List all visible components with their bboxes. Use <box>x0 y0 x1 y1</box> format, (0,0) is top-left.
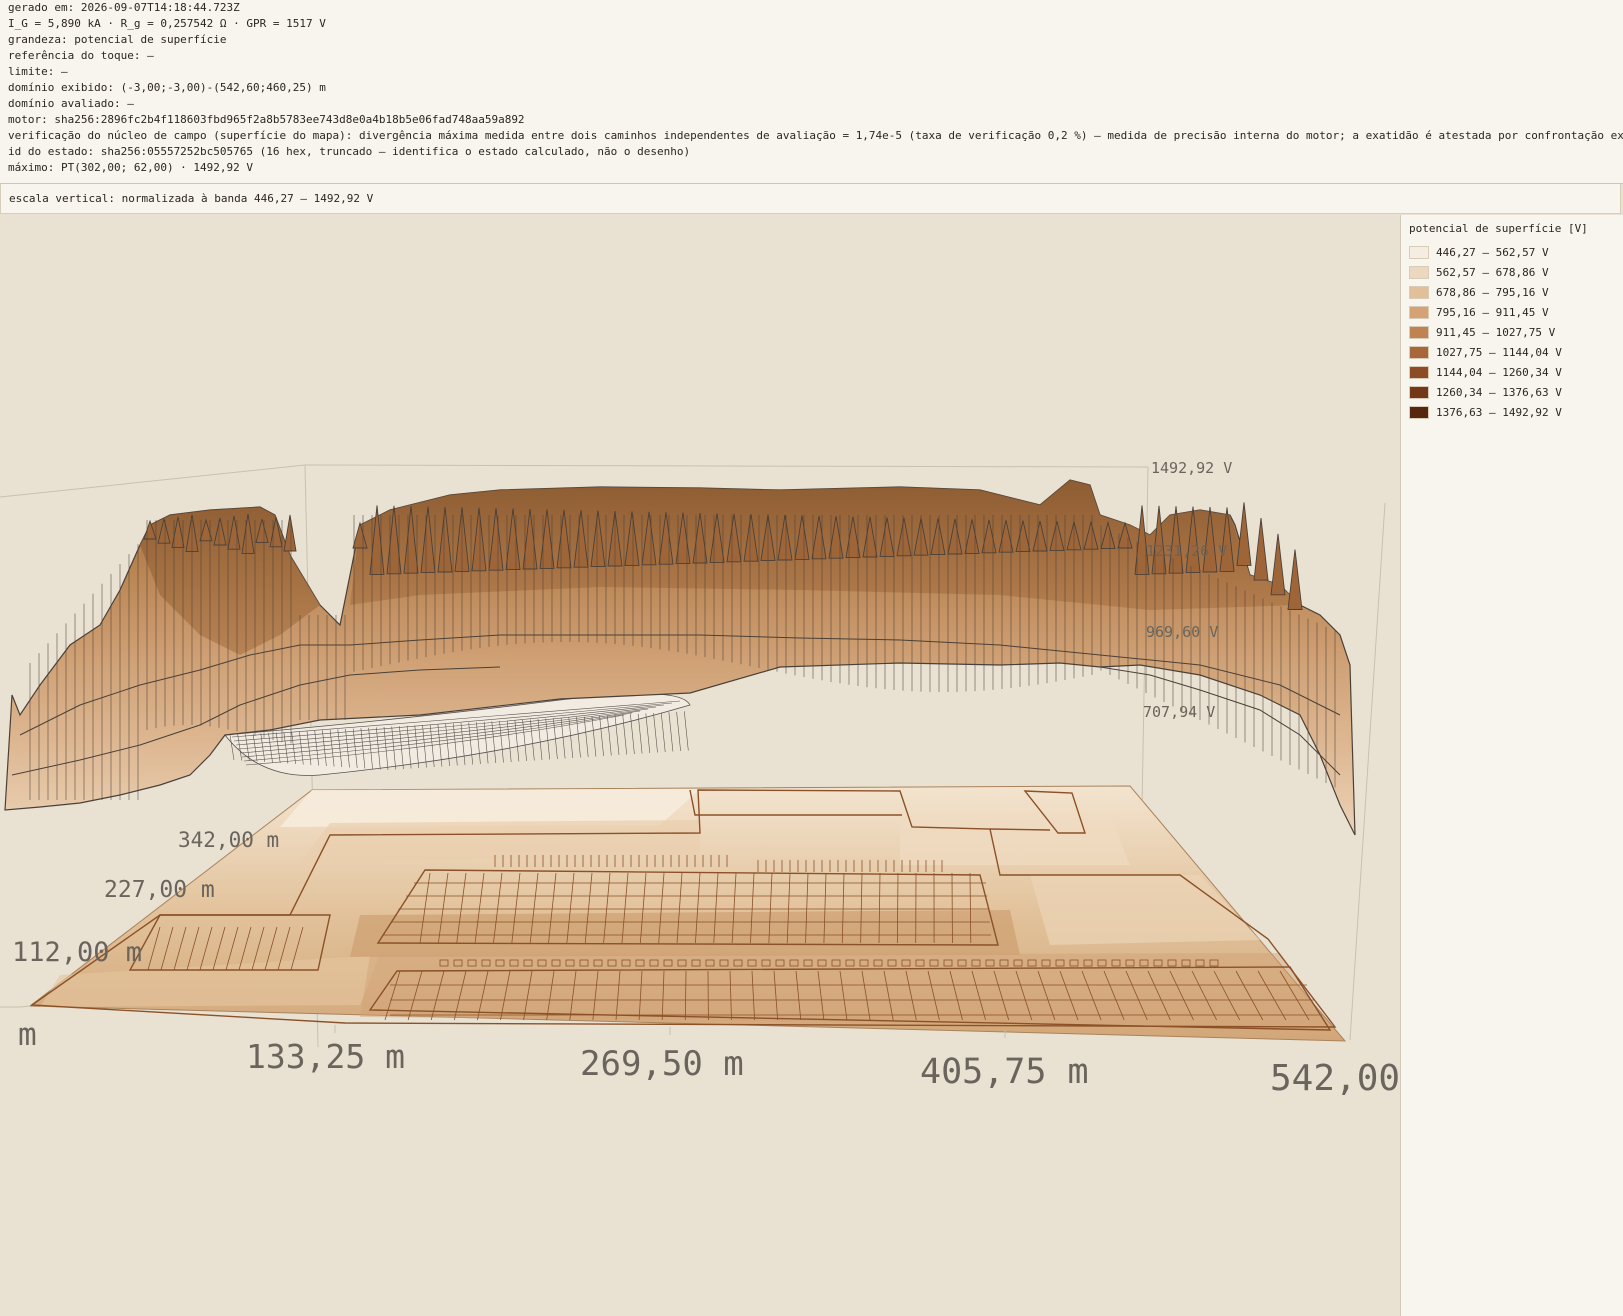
surface-plot-3d[interactable]: 1492,92 V 1231,26 V 969,60 V 707,94 V 34… <box>0 215 1400 1316</box>
legend-item: 1027,75 – 1144,04 V <box>1409 345 1614 361</box>
legend-swatch <box>1409 266 1429 279</box>
legend-label: 678,86 – 795,16 V <box>1436 286 1549 299</box>
mesh-line <box>637 713 643 754</box>
legend-swatch <box>1409 386 1429 399</box>
legend-item: 795,16 – 911,45 V <box>1409 305 1614 321</box>
legend-swatch <box>1409 346 1429 359</box>
legend-swatch <box>1409 306 1429 319</box>
mesh-line <box>668 712 674 752</box>
engine-hash: motor: sha256:2896fc2b4f118603fbd965f2a8… <box>8 113 525 126</box>
legend-item: 1376,63 – 1492,92 V <box>1409 405 1614 421</box>
field-core-verification: verificação do núcleo de campo (superfíc… <box>8 129 1623 142</box>
quantity-label: grandeza: potencial de superfície <box>8 33 227 46</box>
surface-spike <box>1253 518 1269 581</box>
z-tick-label: 1231,26 V <box>1146 542 1227 560</box>
x-tick-label: 269,50 m <box>580 1044 744 1084</box>
legend-item: 562,57 – 678,86 V <box>1409 265 1614 281</box>
legend-swatch <box>1409 246 1429 259</box>
displayed-domain: domínio exibido: (-3,00;-3,00)-(542,60;4… <box>8 81 326 94</box>
mesh-line <box>645 713 651 754</box>
legend-label: 795,16 – 911,45 V <box>1436 306 1549 319</box>
legend-item: 1144,04 – 1260,34 V <box>1409 365 1614 381</box>
fault-current-info: I_G = 5,890 kA · R_g = 0,257542 Ω · GPR … <box>8 17 326 30</box>
metadata-panel: gerado em: 2026-09-07T14:18:44.723Z I_G … <box>0 0 1623 184</box>
y-tick-label: 342,00 m <box>178 828 279 852</box>
mesh-line <box>653 712 658 753</box>
legend-swatch <box>1409 366 1429 379</box>
legend-item: 678,86 – 795,16 V <box>1409 285 1614 301</box>
evaluated-domain: domínio avaliado: — <box>8 97 134 110</box>
floor-contour-map <box>28 785 1347 1042</box>
generated-at: gerado em: 2026-09-07T14:18:44.723Z <box>8 1 240 14</box>
limit-label: limite: — <box>8 65 68 78</box>
surface-plot-svg: 1492,92 V 1231,26 V 969,60 V 707,94 V 34… <box>0 459 1400 1099</box>
surface-spike <box>283 514 297 552</box>
legend-label: 1027,75 – 1144,04 V <box>1436 346 1562 359</box>
z-tick-label: 1492,92 V <box>1151 459 1232 477</box>
legend-item: 446,27 – 562,57 V <box>1409 245 1614 261</box>
legend-swatch <box>1409 406 1429 419</box>
touch-reference: referência do toque: — <box>8 49 154 62</box>
legend-label: 562,57 – 678,86 V <box>1436 266 1549 279</box>
vertical-scale-bar: escala vertical: normalizada à banda 446… <box>0 184 1621 214</box>
surface-spike <box>1236 502 1252 566</box>
legend-item: 1260,34 – 1376,63 V <box>1409 385 1614 401</box>
legend-panel: potencial de superfície [V] 446,27 – 562… <box>1400 215 1623 1316</box>
legend-label: 1144,04 – 1260,34 V <box>1436 366 1562 379</box>
z-tick-label: 969,60 V <box>1146 623 1218 641</box>
vertical-scale-note: escala vertical: normalizada à banda 446… <box>9 192 374 205</box>
maximum-point: máximo: PT(302,00; 62,00) · 1492,92 V <box>8 161 254 174</box>
x-tick-label: 542,00 <box>1270 1058 1400 1099</box>
legend-title: potencial de superfície [V] <box>1409 222 1588 235</box>
potential-surface <box>4 479 1356 836</box>
x-tick-label: m <box>18 1017 37 1053</box>
surface-spike <box>1287 549 1303 610</box>
x-tick-label: 133,25 m <box>246 1037 405 1076</box>
mesh-line <box>660 712 666 753</box>
y-tick-label: 112,00 m <box>12 937 142 968</box>
legend-swatch <box>1409 326 1429 339</box>
legend-label: 911,45 – 1027,75 V <box>1436 326 1556 339</box>
legend-label: 1260,34 – 1376,63 V <box>1436 386 1562 399</box>
z-tick-label: 707,94 V <box>1143 703 1215 721</box>
y-tick-label: 227,00 m <box>104 877 215 903</box>
x-tick-label: 405,75 m <box>920 1052 1089 1092</box>
mesh-line <box>684 711 689 751</box>
state-id: id do estado: sha256:05557252bc505765 (1… <box>8 145 691 158</box>
legend-label: 446,27 – 562,57 V <box>1436 246 1549 259</box>
legend-item: 911,45 – 1027,75 V <box>1409 325 1614 341</box>
legend-swatch <box>1409 286 1429 299</box>
legend-label: 1376,63 – 1492,92 V <box>1436 406 1562 419</box>
mesh-line <box>676 711 681 752</box>
surface-spike <box>1270 533 1286 596</box>
